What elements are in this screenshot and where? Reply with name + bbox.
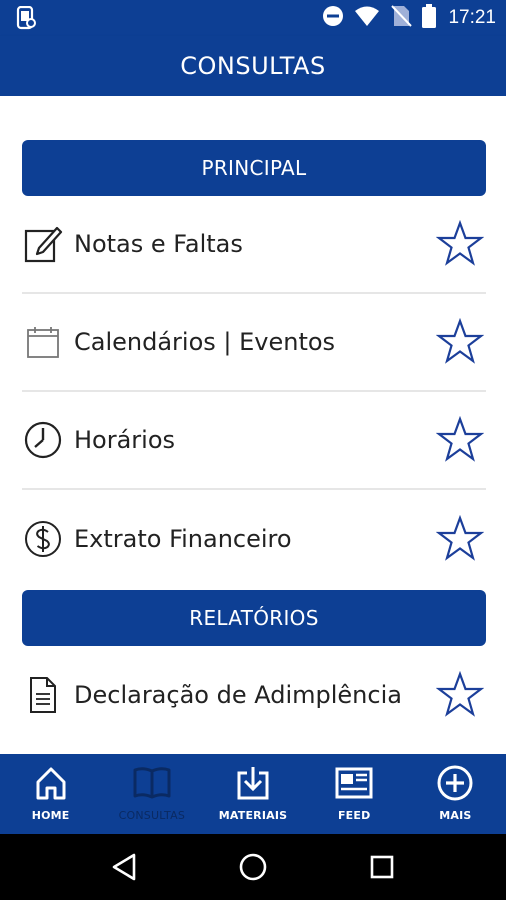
favorite-star-icon[interactable] [435, 670, 485, 719]
section-header-principal: PRINCIPAL [22, 140, 486, 196]
back-icon[interactable] [99, 842, 149, 892]
list-item-horarios[interactable]: Horários [22, 392, 486, 490]
book-icon [133, 764, 171, 802]
nav-label: CONSULTAS [118, 809, 185, 822]
list-item-declaracao-adimplencia[interactable]: Declaração de Adimplência [22, 646, 486, 744]
page-title: CONSULTAS [180, 52, 326, 80]
favorite-star-icon[interactable] [435, 219, 485, 268]
bottom-nav: HOME CONSULTAS MATERIAIS FEED MAIS [0, 754, 506, 834]
list-item-label: Horários [74, 426, 176, 454]
home-circle-icon[interactable] [228, 842, 278, 892]
nav-label: FEED [337, 809, 371, 822]
nav-consultas[interactable]: CONSULTAS [101, 754, 202, 834]
battery-icon [422, 4, 437, 32]
list-item-calendarios-eventos[interactable]: Calendários | Eventos [22, 294, 486, 392]
list-item-extrato-financeiro[interactable]: Extrato Financeiro [22, 490, 486, 588]
clock-icon [22, 419, 64, 461]
section-header-relatorios: RELATÓRIOS [22, 590, 486, 646]
wifi-icon [354, 5, 380, 31]
nav-label: MATERIAIS [218, 809, 288, 822]
nav-mais[interactable]: MAIS [405, 754, 506, 834]
list-item-label: Calendários | Eventos [74, 328, 336, 356]
list-item-label: Notas e Faltas [74, 230, 243, 258]
dollar-icon [22, 518, 64, 560]
do-not-disturb-icon [322, 5, 344, 31]
favorite-star-icon[interactable] [435, 317, 485, 366]
favorite-star-icon[interactable] [435, 514, 485, 563]
nav-materiais[interactable]: MATERIAIS [202, 754, 303, 834]
calendar-icon [22, 321, 64, 363]
status-bar: 17:21 [0, 0, 506, 36]
app-notification-icon [16, 5, 36, 34]
section-title: PRINCIPAL [201, 156, 307, 180]
system-nav-bar [0, 834, 506, 900]
nav-feed[interactable]: FEED [304, 754, 405, 834]
home-icon [32, 764, 70, 802]
document-icon [22, 674, 64, 716]
list-item-label: Declaração de Adimplência [74, 681, 402, 709]
app-bar: CONSULTAS [0, 36, 506, 96]
consultas-list: PRINCIPAL Notas e Faltas Calendários | E… [0, 96, 506, 754]
recents-icon[interactable] [357, 842, 407, 892]
edit-note-icon [22, 223, 64, 265]
plus-circle-icon [436, 764, 474, 802]
news-icon [335, 764, 373, 802]
list-item-notas-e-faltas[interactable]: Notas e Faltas [22, 196, 486, 294]
favorite-star-icon[interactable] [435, 415, 485, 464]
download-icon [234, 764, 272, 802]
nav-home[interactable]: HOME [0, 754, 101, 834]
nav-label: MAIS [439, 809, 472, 822]
nav-label: HOME [31, 809, 70, 822]
no-sim-icon [390, 4, 413, 32]
clock-time: 17:21 [448, 7, 496, 28]
section-title: RELATÓRIOS [189, 606, 319, 630]
list-item-label: Extrato Financeiro [74, 525, 292, 553]
